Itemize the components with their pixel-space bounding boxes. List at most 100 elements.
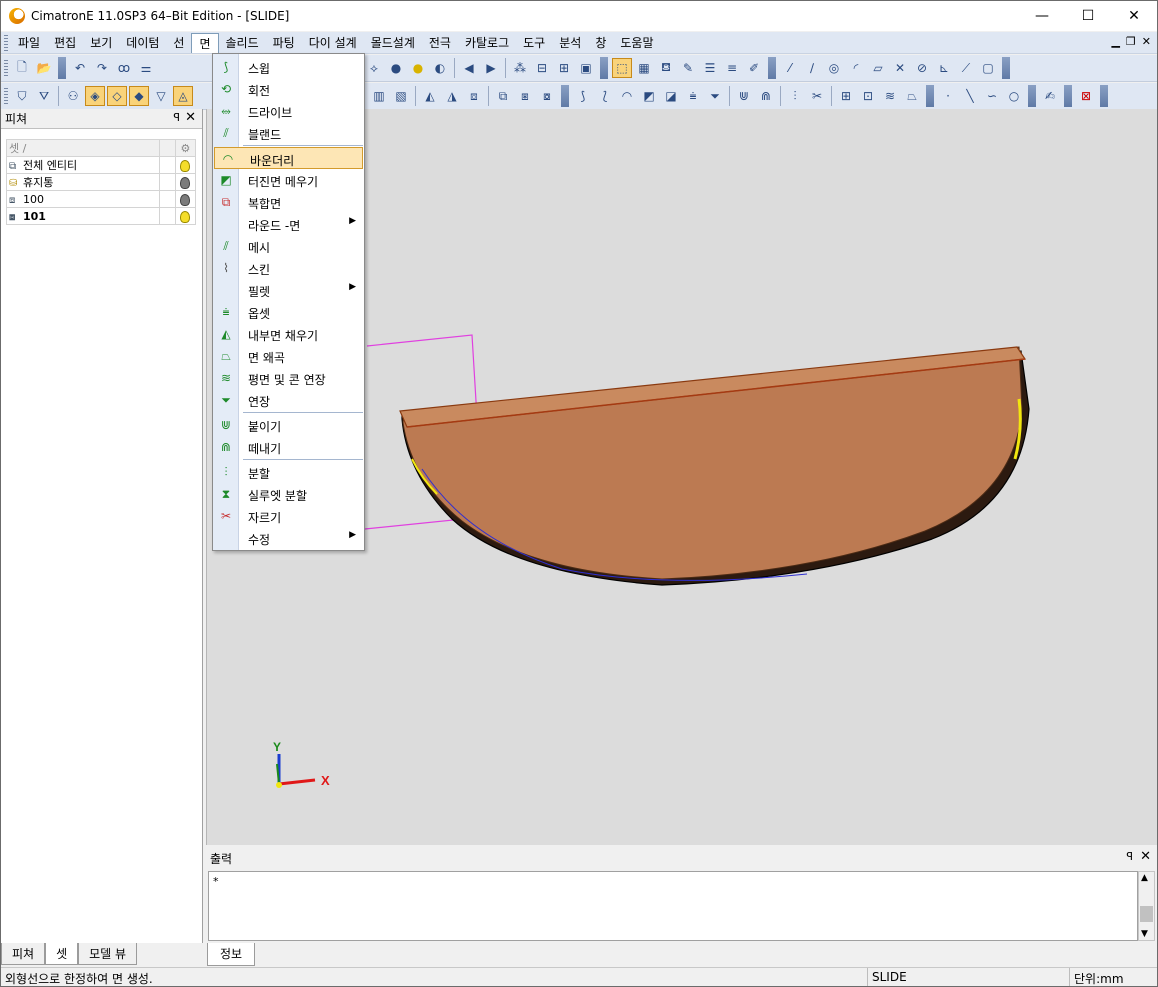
pick-body-icon[interactable]: ◆ [129, 86, 149, 106]
face-blend-icon[interactable]: ◭ [420, 86, 440, 106]
face-offset-icon[interactable]: ◮ [442, 86, 462, 106]
surf-boundary-icon[interactable]: ◠ [617, 86, 637, 106]
toolbar-grip[interactable] [4, 88, 8, 104]
bulb-icon[interactable]: ● [386, 58, 406, 78]
arrow-right-icon[interactable]: ▶ [481, 58, 501, 78]
menu-die-design[interactable]: 다이 설계 [302, 33, 364, 53]
menu-help[interactable]: 도움말 [613, 33, 660, 53]
circle-draw-icon[interactable]: ○ [1004, 86, 1024, 106]
bulb-on-icon[interactable] [180, 210, 191, 223]
menu-item-composite[interactable]: ⧉ 복합면 [213, 191, 364, 213]
toolbar-end[interactable] [58, 57, 66, 79]
menu-item-round-face[interactable]: 라운드 -면 ▶ [213, 213, 364, 235]
bulb-off-icon[interactable] [180, 176, 191, 189]
cross-icon[interactable]: ✕ [890, 58, 910, 78]
toolbar-end[interactable] [561, 85, 569, 107]
pen-icon[interactable]: ✎ [678, 58, 698, 78]
menu-item-attach[interactable]: ⋓ 붙이기 [213, 414, 364, 436]
mesh-edit-icon[interactable]: ⊡ [858, 86, 878, 106]
attach-tb-icon[interactable]: ⋓ [734, 86, 754, 106]
dimension-icon[interactable]: ⊞ [554, 58, 574, 78]
open-file-icon[interactable]: 📂 [34, 58, 54, 78]
menu-item-fill-hole[interactable]: ◩ 터진면 메우기 [213, 169, 364, 191]
surf-extend-icon[interactable]: ⏷ [705, 86, 725, 106]
plane-icon[interactable]: ⏢ [902, 86, 922, 106]
set-row[interactable]: ⧉ 전체 엔티티 [6, 156, 197, 174]
menu-item-skin[interactable]: ⌇ 스킨 [213, 257, 364, 279]
pick-edge-icon[interactable]: ◇ [107, 86, 127, 106]
measure-icon[interactable]: ⊟ [532, 58, 552, 78]
arc-icon[interactable]: ◜ [846, 58, 866, 78]
menu-item-split[interactable]: ⫶ 분할 [213, 461, 364, 483]
bulb-on-icon[interactable] [180, 159, 191, 172]
menu-face[interactable]: 면 [191, 32, 219, 53]
panel-close-icon[interactable]: ✕ [1140, 849, 1151, 864]
frame-icon[interactable]: ▢ [978, 58, 998, 78]
output-text-area[interactable]: * [208, 871, 1138, 941]
scroll-thumb[interactable] [1140, 906, 1153, 922]
line-width-icon[interactable]: ≡ [722, 58, 742, 78]
cube-b-icon[interactable]: ⧆ [515, 86, 535, 106]
menu-view[interactable]: 보기 [83, 33, 119, 53]
redo-icon[interactable]: ↷ [92, 58, 112, 78]
solid-shell-icon[interactable]: ▧ [391, 86, 411, 106]
menu-item-plane-cone-extend[interactable]: ≋ 평면 및 콘 연장 [213, 367, 364, 389]
record-icon[interactable]: ⊠ [1076, 86, 1096, 106]
set-visibility[interactable] [174, 173, 197, 191]
toolbar-end[interactable] [768, 57, 776, 79]
show-hide-icon[interactable]: ⟡ [364, 58, 384, 78]
tab-set[interactable]: 셋 [45, 943, 79, 965]
detach-tb-icon[interactable]: ⋒ [756, 86, 776, 106]
visibility-column-icon[interactable]: ⚙ [174, 139, 197, 157]
menu-item-sweep[interactable]: ⟆ 스윕 [213, 56, 364, 78]
split-tb-icon[interactable]: ⫶ [785, 86, 805, 106]
scroll-up-icon[interactable]: ▲ [1141, 873, 1148, 883]
color-grid-icon[interactable]: ▦ [634, 58, 654, 78]
bulb-yellow-icon[interactable]: ● [408, 58, 428, 78]
toolbar-end[interactable] [1100, 85, 1108, 107]
pick-face-icon[interactable]: ◈ [85, 86, 105, 106]
menu-tools[interactable]: 도구 [516, 33, 552, 53]
undo-icon[interactable]: ↶ [70, 58, 90, 78]
set-column-header[interactable]: 셋 / [6, 139, 160, 157]
line-angle-icon[interactable]: ∕ [802, 58, 822, 78]
spline-icon[interactable]: ∽ [982, 86, 1002, 106]
menu-datum[interactable]: 데이텀 [119, 33, 166, 53]
surf-sweep-icon[interactable]: ⟆ [573, 86, 593, 106]
menu-item-revolve[interactable]: ⟲ 회전 [213, 78, 364, 100]
cube-c-icon[interactable]: ⧇ [537, 86, 557, 106]
solid-copy-icon[interactable]: ▥ [369, 86, 389, 106]
toolbar-end[interactable] [1002, 57, 1010, 79]
menu-item-inner-fill[interactable]: ◭ 내부면 채우기 [213, 323, 364, 345]
mdi-close-button[interactable]: ✕ [1142, 35, 1151, 48]
mdi-restore-button[interactable]: ❐ [1126, 35, 1136, 48]
menu-edit[interactable]: 편집 [47, 33, 83, 53]
toolbar-grip[interactable] [4, 60, 8, 76]
menu-item-drive[interactable]: ⥈ 드라이브 [213, 100, 364, 122]
set-row[interactable]: ⛁ 휴지통 [6, 173, 197, 191]
cube-a-icon[interactable]: ⧉ [493, 86, 513, 106]
pin-icon[interactable]: ꟼ [1126, 850, 1133, 863]
menu-item-mesh[interactable]: ⫽ 메시 [213, 235, 364, 257]
scroll-down-icon[interactable]: ▼ [1141, 929, 1148, 939]
menu-item-fillet[interactable]: 필렛 ▶ [213, 279, 364, 301]
ellipse-icon[interactable]: ⊘ [912, 58, 932, 78]
tab-feature[interactable]: 피쳐 [1, 943, 46, 965]
tab-info[interactable]: 정보 [207, 943, 256, 966]
sketch-icon[interactable]: ✍ [1040, 86, 1060, 106]
menu-item-warp[interactable]: ⏢ 면 왜곡 [213, 345, 364, 367]
surf-fill-icon[interactable]: ◩ [639, 86, 659, 106]
close-button[interactable]: ✕ [1111, 1, 1157, 31]
bulb-off-icon[interactable] [180, 193, 191, 206]
menu-item-trim[interactable]: ✂ 자르기 [213, 505, 364, 527]
filter-all-icon[interactable]: ⛛ [34, 86, 54, 106]
axis-icon[interactable]: ⊾ [934, 58, 954, 78]
menu-item-detach[interactable]: ⋒ 떼내기 [213, 436, 364, 458]
funnel-icon[interactable]: ▽ [151, 86, 171, 106]
menu-analysis[interactable]: 분석 [552, 33, 588, 53]
tab-model-view[interactable]: 모델 뷰 [78, 943, 138, 965]
toolbar-end[interactable] [600, 57, 608, 79]
menu-catalog[interactable]: 카탈로그 [458, 33, 516, 53]
face-split-icon[interactable]: ⧈ [464, 86, 484, 106]
filter-icon[interactable]: ⛉ [12, 86, 32, 106]
